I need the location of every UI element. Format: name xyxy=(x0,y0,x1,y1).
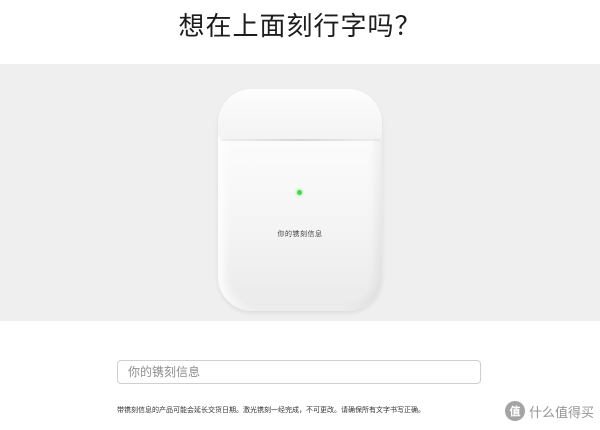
page-title: 想在上面刻行字吗？ xyxy=(178,12,422,42)
watermark: 值 什么值得买 xyxy=(504,400,594,422)
engraving-disclaimer: 带镌刻信息的产品可能会延长交货日期。激光镌刻一经完成，不可更改。请确保所有文字书… xyxy=(117,406,425,414)
watermark-text: 什么值得买 xyxy=(528,405,594,421)
watermark-logo-icon: 值 xyxy=(504,401,525,421)
engraving-input[interactable] xyxy=(117,360,481,384)
lid-seam xyxy=(220,139,380,141)
product-preview: 你的镌刻信息 xyxy=(0,64,600,321)
engraving-preview-text: 你的镌刻信息 xyxy=(277,230,323,238)
airpods-case-image: 你的镌刻信息 xyxy=(218,89,382,311)
case-lid xyxy=(218,89,382,139)
status-light xyxy=(297,190,302,195)
